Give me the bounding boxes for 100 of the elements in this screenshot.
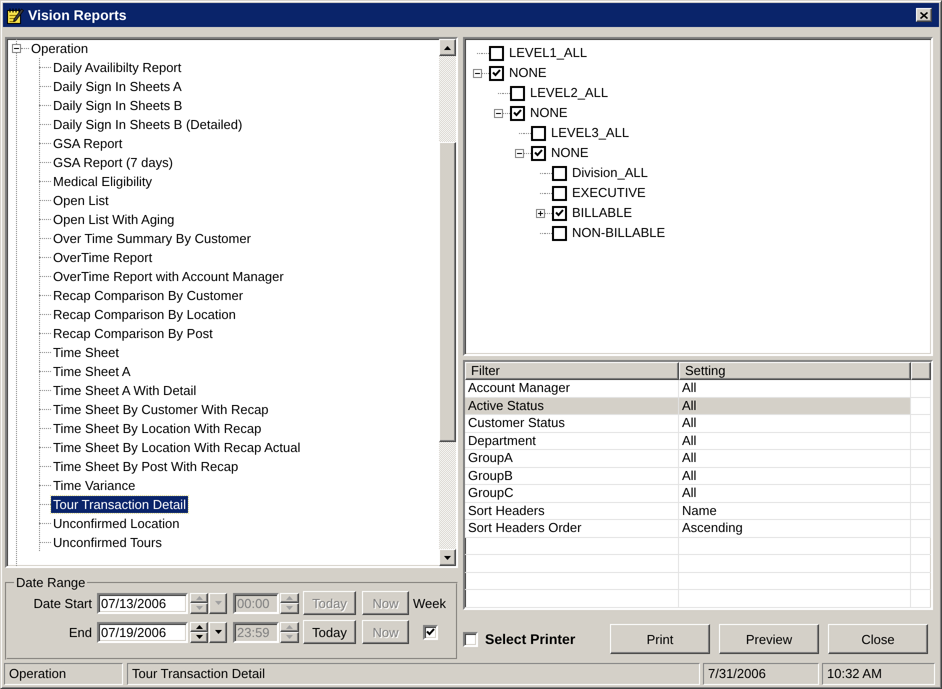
expand-icon[interactable] [536, 208, 545, 218]
checkbox[interactable] [552, 206, 567, 220]
tree-item[interactable]: LEVEL3_ALL [550, 125, 630, 141]
status-panel: 7/31/2006 [703, 663, 819, 685]
down-triangle-icon [196, 635, 202, 640]
window-title: Vision Reports [28, 7, 127, 23]
tree-item[interactable]: Open List With Aging [51, 211, 176, 228]
field-label: End [68, 624, 92, 640]
notepad-icon [6, 6, 24, 24]
table-cell: GroupB [465, 468, 679, 485]
tree-item[interactable]: NONE [529, 105, 569, 121]
scroll-thumb[interactable] [439, 142, 456, 442]
checkbox[interactable] [552, 166, 567, 180]
tree-item[interactable]: Medical Eligibility [51, 173, 154, 190]
date-field[interactable]: 07/19/2006 [97, 622, 188, 642]
checkbox[interactable] [510, 86, 525, 100]
table-cell: All [679, 485, 911, 502]
table-cell: All [679, 432, 911, 450]
tree-item[interactable]: Time Sheet A [51, 363, 133, 380]
down-triangle-icon [286, 606, 293, 610]
checkbox[interactable] [489, 46, 504, 60]
up-triangle-icon [286, 596, 293, 600]
collapse-icon[interactable] [515, 148, 524, 158]
down-triangle-icon [444, 556, 451, 560]
spin-up-button[interactable] [190, 622, 208, 632]
tree-item[interactable]: GSA Report [51, 135, 124, 152]
close-icon [920, 12, 928, 18]
scroll-up-button[interactable] [439, 39, 456, 56]
tree-item[interactable]: OverTime Report [51, 249, 154, 266]
checkbox[interactable] [463, 632, 478, 646]
tree-item[interactable]: Time Sheet [51, 344, 121, 361]
tree-item[interactable]: Open List [51, 192, 111, 209]
checkbox[interactable] [423, 624, 438, 640]
tree-item[interactable]: Daily Availibilty Report [51, 59, 184, 76]
tree-item[interactable]: Recap Comparison By Location [51, 306, 238, 323]
collapse-icon[interactable] [473, 68, 482, 78]
tree-item[interactable]: Recap Comparison By Post [51, 325, 215, 342]
table-cell: All [679, 398, 911, 415]
today-button[interactable]: Today [303, 620, 356, 644]
dialog-button[interactable]: Print [610, 624, 710, 654]
tree-item[interactable]: Daily Sign In Sheets B (Detailed) [51, 116, 244, 133]
tree-item[interactable]: Recap Comparison By Customer [51, 287, 246, 304]
dropdown-button[interactable] [209, 622, 227, 642]
down-triangle-icon [214, 630, 222, 634]
scroll-down-button[interactable] [439, 549, 456, 566]
tree-item[interactable]: OverTime Report with Account Manager [51, 268, 286, 285]
table-cell: Sort Headers Order [465, 520, 679, 538]
tree-item[interactable]: BILLABLE [571, 205, 633, 221]
tree-item[interactable]: NONE [508, 65, 548, 81]
collapse-icon[interactable] [494, 108, 503, 118]
tree-item[interactable]: Time Sheet By Location With Recap Actual [51, 439, 302, 456]
collapse-icon[interactable] [12, 44, 21, 53]
tree-item[interactable]: Unconfirmed Location [51, 515, 182, 532]
tree-item[interactable]: Unconfirmed Tours [51, 534, 164, 551]
tree-item[interactable]: Over Time Summary By Customer [51, 230, 253, 247]
checkmark-icon [426, 628, 435, 636]
table-cell: All [679, 415, 911, 432]
checkbox[interactable] [531, 146, 546, 160]
table-cell: Active Status [465, 398, 679, 415]
dialog-button[interactable]: Close [828, 624, 928, 654]
table-cell: GroupA [465, 450, 679, 468]
tree-item[interactable]: Time Sheet By Customer With Recap [51, 401, 271, 418]
checkbox[interactable] [531, 126, 546, 140]
spin-down-button[interactable] [190, 632, 208, 642]
tree-item[interactable]: NON-BILLABLE [571, 225, 666, 241]
checkmark-icon [534, 149, 543, 157]
tree-item[interactable]: LEVEL2_ALL [529, 85, 610, 101]
column-header[interactable]: Filter [465, 362, 679, 380]
checkmark-icon [492, 69, 501, 77]
checkbox-label[interactable]: Select Printer [485, 631, 576, 647]
up-triangle-icon [286, 624, 293, 629]
tree-item[interactable]: EXECUTIVE [571, 185, 647, 201]
tree-item[interactable]: Time Sheet A With Detail [51, 382, 198, 399]
dialog-button[interactable]: Preview [719, 624, 819, 654]
tree-item[interactable]: Tour Transaction Detail [51, 496, 188, 513]
tree-item[interactable]: LEVEL1_ALL [508, 45, 588, 61]
checkbox[interactable] [552, 226, 567, 240]
close-button[interactable] [916, 8, 932, 22]
tree-item[interactable]: Time Sheet By Location With Recap [51, 420, 264, 437]
up-triangle-icon [196, 596, 202, 600]
tree-item[interactable]: Division_ALL [571, 165, 649, 181]
checkbox[interactable] [552, 186, 567, 200]
tree-item[interactable]: Time Sheet By Post With Recap [51, 458, 240, 475]
tree-item[interactable]: NONE [550, 145, 590, 161]
table-cell: Name [679, 502, 911, 520]
up-triangle-icon [196, 624, 202, 629]
checkbox[interactable] [510, 106, 525, 120]
field-label: Date Start [32, 596, 92, 610]
tree-item[interactable]: Time Variance [51, 477, 138, 494]
tree-item[interactable]: Operation [29, 40, 90, 57]
tree-item[interactable]: Daily Sign In Sheets A [51, 78, 184, 95]
checkbox[interactable] [489, 66, 504, 80]
column-header[interactable]: Setting [679, 362, 911, 380]
date-field[interactable]: 07/13/2006 [97, 592, 188, 614]
tree-item[interactable]: Daily Sign In Sheets B [51, 97, 184, 114]
down-triangle-icon [214, 601, 222, 605]
status-panel: Operation [4, 663, 123, 685]
status-panel: 10:32 AM [822, 663, 935, 685]
tree-item[interactable]: GSA Report (7 days) [51, 154, 175, 171]
up-triangle-icon [444, 46, 451, 50]
